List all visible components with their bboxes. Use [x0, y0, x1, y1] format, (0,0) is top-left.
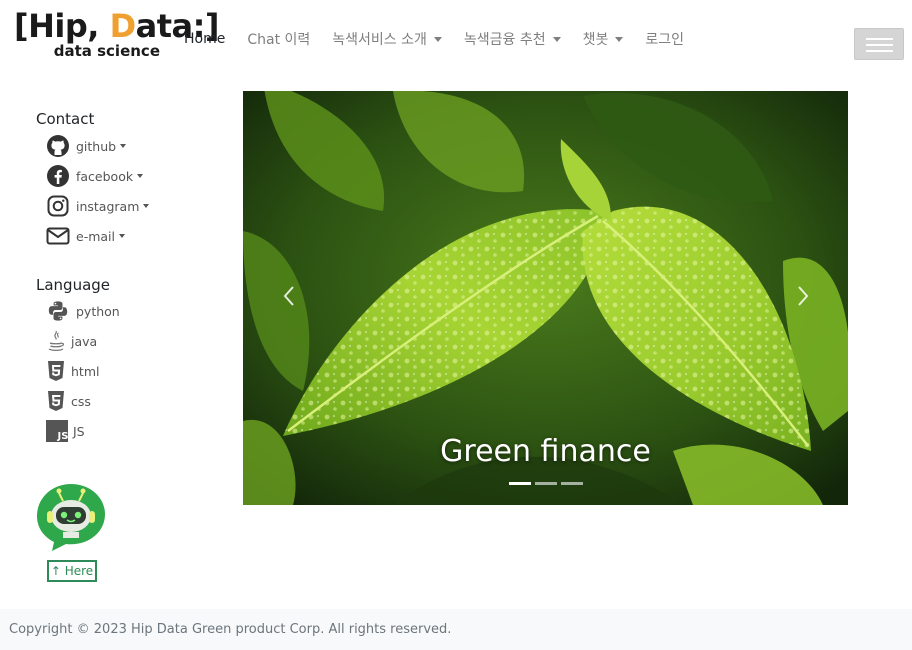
carousel-next-button[interactable]	[787, 281, 817, 311]
language-java[interactable]: java	[46, 328, 97, 354]
chevron-left-icon	[283, 286, 294, 306]
caret-down-icon	[143, 204, 150, 208]
contact-label: facebook	[76, 168, 134, 184]
nav-home[interactable]: Home	[184, 31, 225, 47]
here-button[interactable]: ↑ Here	[47, 560, 97, 582]
nav-login[interactable]: 로그인	[645, 29, 684, 49]
caret-down-icon	[433, 36, 442, 42]
language-label: html	[71, 363, 100, 379]
github-icon	[46, 134, 70, 158]
chevron-right-icon	[798, 286, 809, 306]
caret-down-icon	[118, 234, 125, 238]
html5-icon	[46, 359, 66, 383]
language-js[interactable]: JS JS	[46, 418, 85, 444]
language-python[interactable]: python	[46, 298, 120, 324]
nav-green-finance-dropdown[interactable]: 녹색금융 추천	[464, 29, 561, 49]
caret-down-icon	[120, 144, 127, 148]
contact-github-dropdown[interactable]: github	[46, 133, 127, 159]
contact-title: Contact	[36, 110, 95, 128]
chatbot-icon[interactable]	[36, 483, 106, 553]
carousel-indicator-1[interactable]	[508, 482, 531, 485]
navbar: [Hip, Data:] data science Home Chat 이력 녹…	[0, 0, 912, 80]
language-title: Language	[36, 276, 111, 294]
contact-label: e-mail	[76, 228, 115, 244]
js-icon: JS	[46, 419, 68, 443]
contact-facebook-dropdown[interactable]: facebook	[46, 163, 144, 189]
brand-tagline: data science	[53, 42, 160, 60]
footer: Copyright © 2023 Hip Data Green product …	[0, 609, 912, 650]
carousel-indicators	[243, 482, 848, 485]
main-nav: Home Chat 이력 녹색서비스 소개 녹색금융 추천 챗봇 로그인	[176, 26, 706, 52]
hero-carousel: Green finance	[243, 91, 848, 505]
contact-label: instagram	[76, 198, 140, 214]
caret-down-icon	[552, 36, 561, 42]
navbar-toggler-button[interactable]	[854, 28, 904, 60]
instagram-icon	[46, 194, 70, 218]
java-icon	[46, 329, 66, 353]
carousel-caption: Green finance	[440, 434, 651, 469]
svg-text:JS: JS	[57, 431, 69, 442]
caret-down-icon	[615, 36, 624, 42]
hamburger-icon	[866, 38, 893, 40]
carousel-indicator-2[interactable]	[534, 482, 557, 485]
contact-instagram-dropdown[interactable]: instagram	[46, 193, 150, 219]
facebook-icon	[46, 164, 70, 188]
carousel-prev-button[interactable]	[275, 281, 305, 311]
caret-down-icon	[137, 174, 144, 178]
css3-icon	[46, 389, 66, 413]
carousel-indicator-3[interactable]	[560, 482, 583, 485]
hamburger-line	[866, 44, 893, 46]
copyright-text: Copyright © 2023 Hip Data Green product …	[9, 622, 452, 637]
language-label: css	[71, 393, 91, 409]
hamburger-line	[866, 50, 893, 52]
language-label: python	[76, 303, 120, 319]
nav-chatbot-dropdown[interactable]: 챗봇	[583, 29, 624, 49]
python-icon	[46, 299, 70, 323]
language-css[interactable]: css	[46, 388, 91, 414]
nav-chat-history[interactable]: Chat 이력	[247, 29, 310, 49]
nav-green-service-dropdown[interactable]: 녹색서비스 소개	[332, 29, 442, 49]
language-html[interactable]: html	[46, 358, 99, 384]
brand-logo[interactable]: [Hip, Data:] data science	[14, 8, 220, 64]
language-label: java	[71, 333, 98, 349]
contact-label: github	[76, 138, 117, 154]
language-label: JS	[73, 423, 85, 439]
contact-email-dropdown[interactable]: e-mail	[46, 223, 125, 249]
envelope-icon	[46, 224, 70, 248]
